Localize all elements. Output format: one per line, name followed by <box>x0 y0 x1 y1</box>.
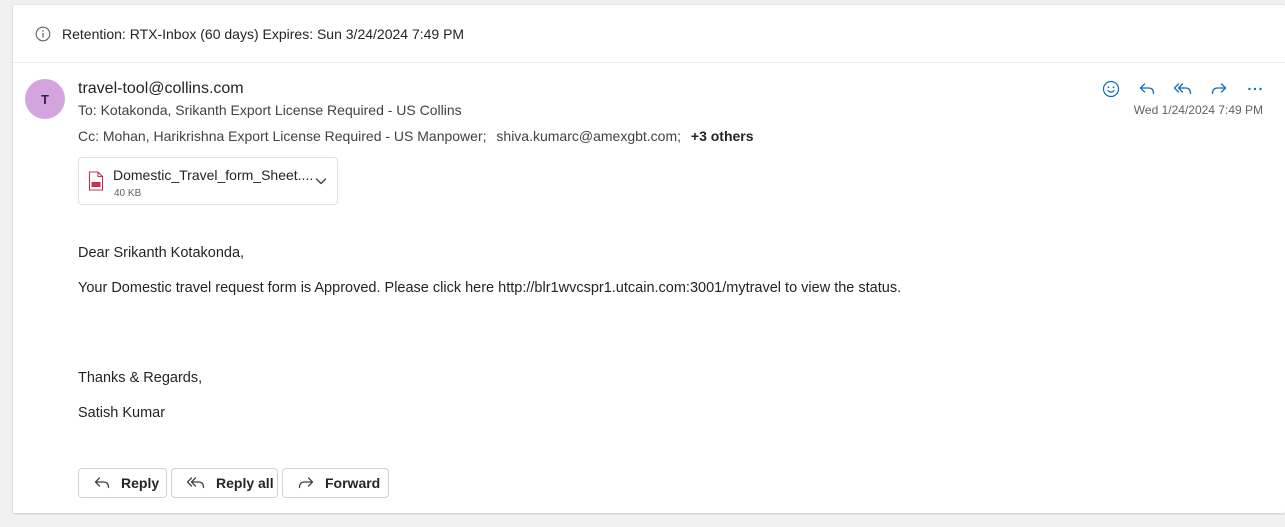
to-label: To: <box>78 102 97 118</box>
reply-icon <box>94 477 110 489</box>
reply-button-label: Reply <box>121 475 160 491</box>
emoji-button[interactable] <box>1099 77 1123 101</box>
attachment-name: Domestic_Travel_form_Sheet.... <box>113 167 314 183</box>
cc-recipient[interactable]: Mohan, Harikrishna Export License Requir… <box>103 128 487 144</box>
reply-all-icon <box>1173 83 1192 95</box>
reply-all-icon-button[interactable] <box>1171 77 1195 101</box>
retention-text: Retention: RTX-Inbox (60 days) Expires: … <box>62 26 465 42</box>
cc-line: Cc: Mohan, Harikrishna Export License Re… <box>78 128 754 144</box>
reply-icon-button[interactable] <box>1135 77 1159 101</box>
info-icon <box>35 26 51 42</box>
body-closing: Thanks & Regards, <box>78 370 203 386</box>
cc-recipient[interactable]: shiva.kumarc@amexgbt.com; <box>496 128 681 144</box>
pdf-file-icon <box>88 171 104 191</box>
reply-button[interactable]: Reply <box>78 468 167 498</box>
more-actions-button[interactable] <box>1243 77 1267 101</box>
avatar-initial: T <box>41 91 49 107</box>
chevron-down-icon[interactable] <box>314 174 328 188</box>
more-icon <box>1248 87 1262 91</box>
message-actions <box>1099 77 1267 101</box>
reply-all-button-label: Reply all <box>216 475 274 491</box>
to-recipient[interactable]: Kotakonda, Srikanth Export License Requi… <box>101 102 462 118</box>
sender-address[interactable]: travel-tool@collins.com <box>78 80 244 98</box>
attachment-card[interactable]: Domestic_Travel_form_Sheet.... 40 KB <box>78 157 338 205</box>
to-line: To: Kotakonda, Srikanth Export License R… <box>78 102 462 118</box>
body-greeting: Dear Srikanth Kotakonda, <box>78 245 245 261</box>
emoji-icon <box>1102 80 1120 98</box>
message-card: Retention: RTX-Inbox (60 days) Expires: … <box>13 5 1285 513</box>
message-date: Wed 1/24/2024 7:49 PM <box>1133 103 1263 117</box>
body-signature: Satish Kumar <box>78 405 166 421</box>
avatar[interactable]: T <box>25 79 65 119</box>
reply-all-icon <box>186 477 205 489</box>
forward-icon <box>298 477 314 489</box>
retention-bar: Retention: RTX-Inbox (60 days) Expires: … <box>13 5 1285 63</box>
cc-others-link[interactable]: +3 others <box>691 128 754 144</box>
body-paragraph: Your Domestic travel request form is App… <box>78 280 902 296</box>
attachment-size: 40 KB <box>114 188 142 199</box>
forward-icon <box>1211 83 1227 95</box>
reply-all-button[interactable]: Reply all <box>171 468 278 498</box>
forward-icon-button[interactable] <box>1207 77 1231 101</box>
reply-icon <box>1139 83 1155 95</box>
forward-button-label: Forward <box>325 475 381 491</box>
forward-button[interactable]: Forward <box>282 468 389 498</box>
cc-label: Cc: <box>78 128 99 144</box>
